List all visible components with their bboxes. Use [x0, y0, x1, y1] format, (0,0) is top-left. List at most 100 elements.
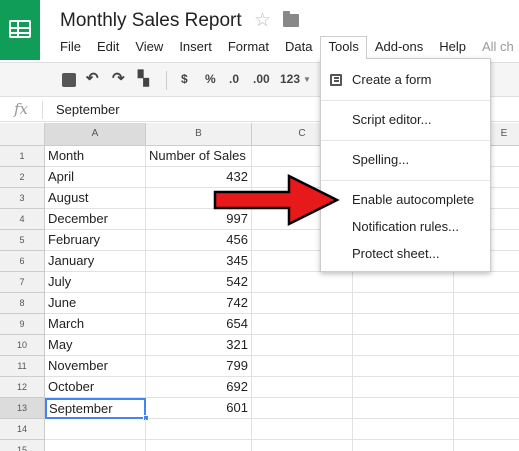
cell-sales[interactable]: 692 [146, 377, 252, 398]
row-header[interactable]: 13 [0, 398, 45, 419]
percent-button[interactable]: % [205, 72, 216, 86]
cell-c[interactable] [252, 419, 353, 440]
menu-file[interactable]: File [52, 36, 89, 58]
print-icon[interactable] [62, 73, 76, 87]
menu-item-script-editor[interactable]: Script editor... [321, 109, 490, 131]
row-header[interactable]: 4 [0, 209, 45, 230]
cell-month[interactable]: August [45, 188, 146, 209]
cell-month[interactable] [45, 440, 146, 451]
cell-e[interactable] [454, 272, 519, 293]
row-header[interactable]: 3 [0, 188, 45, 209]
document-title[interactable]: Monthly Sales Report [60, 10, 242, 32]
row-header[interactable]: 8 [0, 293, 45, 314]
row-header[interactable]: 14 [0, 419, 45, 440]
cell-c[interactable] [252, 356, 353, 377]
menu-item-create-form[interactable]: Create a form [321, 69, 490, 91]
undo-icon[interactable]: ↶ [86, 69, 99, 87]
cell-month[interactable]: March [45, 314, 146, 335]
cell-sales[interactable] [146, 419, 252, 440]
menu-item-notification-rules[interactable]: Notification rules... [321, 216, 490, 238]
cell-e[interactable] [454, 398, 519, 419]
cell-month[interactable]: Month [45, 146, 146, 167]
cell-c[interactable] [252, 293, 353, 314]
row-header[interactable]: 1 [0, 146, 45, 167]
menu-edit[interactable]: Edit [89, 36, 127, 58]
cell-month[interactable]: January [45, 251, 146, 272]
menu-help[interactable]: Help [431, 36, 474, 58]
cell-month[interactable]: July [45, 272, 146, 293]
increase-decimal-button[interactable]: .00 [253, 72, 270, 86]
cell-sales[interactable]: 542 [146, 272, 252, 293]
menu-view[interactable]: View [127, 36, 171, 58]
paint-format-icon[interactable]: ▚ [138, 70, 149, 87]
row-header[interactable]: 9 [0, 314, 45, 335]
cell-d[interactable] [353, 293, 454, 314]
cell-sales[interactable]: 456 [146, 230, 252, 251]
row-header[interactable]: 15 [0, 440, 45, 451]
cell-d[interactable] [353, 440, 454, 451]
chevron-down-icon[interactable]: ▼ [303, 75, 311, 84]
cell-month[interactable]: April [45, 167, 146, 188]
row-header[interactable]: 10 [0, 335, 45, 356]
selected-cell[interactable]: September [45, 398, 146, 419]
cell-month[interactable] [45, 419, 146, 440]
cell-sales[interactable]: Number of Sales [146, 146, 252, 167]
cell-sales[interactable] [146, 440, 252, 451]
cell-c[interactable] [252, 335, 353, 356]
cell-month[interactable]: December [45, 209, 146, 230]
cell-c[interactable] [252, 440, 353, 451]
folder-icon[interactable] [283, 11, 299, 27]
cell-sales[interactable]: 799 [146, 356, 252, 377]
cell-month[interactable]: October [45, 377, 146, 398]
cell-month[interactable]: November [45, 356, 146, 377]
menu-addons[interactable]: Add-ons [367, 36, 431, 58]
cell-e[interactable] [454, 377, 519, 398]
star-icon[interactable]: ☆ [254, 9, 271, 32]
more-formats-button[interactable]: 123 [280, 72, 300, 86]
column-header-a[interactable]: A [45, 123, 146, 146]
cell-e[interactable] [454, 419, 519, 440]
cell-e[interactable] [454, 440, 519, 451]
redo-icon[interactable]: ↷ [112, 69, 125, 87]
cell-e[interactable] [454, 356, 519, 377]
cell-d[interactable] [353, 335, 454, 356]
formula-input[interactable]: September [56, 102, 120, 117]
cell-sales[interactable]: 601 [146, 398, 252, 419]
cell-d[interactable] [353, 272, 454, 293]
menu-format[interactable]: Format [220, 36, 277, 58]
column-header-b[interactable]: B [146, 123, 252, 146]
menu-item-spelling[interactable]: Spelling... [321, 149, 490, 171]
menu-data[interactable]: Data [277, 36, 320, 58]
decrease-decimal-button[interactable]: .0 [229, 72, 239, 86]
row-header[interactable]: 2 [0, 167, 45, 188]
row-header[interactable]: 7 [0, 272, 45, 293]
cell-d[interactable] [353, 419, 454, 440]
menu-item-protect-sheet[interactable]: Protect sheet... [321, 243, 490, 265]
row-header[interactable]: 5 [0, 230, 45, 251]
select-all-corner[interactable] [0, 123, 45, 146]
cell-month[interactable]: June [45, 293, 146, 314]
cell-d[interactable] [353, 377, 454, 398]
menu-all-changes[interactable]: All ch [474, 36, 519, 58]
row-header[interactable]: 12 [0, 377, 45, 398]
cell-c[interactable] [252, 377, 353, 398]
cell-c[interactable] [252, 398, 353, 419]
cell-sales[interactable]: 321 [146, 335, 252, 356]
cell-sales[interactable]: 742 [146, 293, 252, 314]
cell-e[interactable] [454, 335, 519, 356]
menu-insert[interactable]: Insert [171, 36, 220, 58]
cell-d[interactable] [353, 314, 454, 335]
cell-e[interactable] [454, 314, 519, 335]
cell-d[interactable] [353, 356, 454, 377]
currency-button[interactable]: $ [181, 72, 188, 86]
menu-tools[interactable]: Tools [320, 36, 367, 59]
row-header[interactable]: 11 [0, 356, 45, 377]
cell-e[interactable] [454, 293, 519, 314]
row-header[interactable]: 6 [0, 251, 45, 272]
cell-sales[interactable]: 654 [146, 314, 252, 335]
cell-sales[interactable]: 345 [146, 251, 252, 272]
cell-c[interactable] [252, 272, 353, 293]
cell-c[interactable] [252, 314, 353, 335]
menu-item-enable-autocomplete[interactable]: Enable autocomplete [321, 189, 490, 211]
sheets-logo-icon[interactable] [0, 0, 40, 60]
